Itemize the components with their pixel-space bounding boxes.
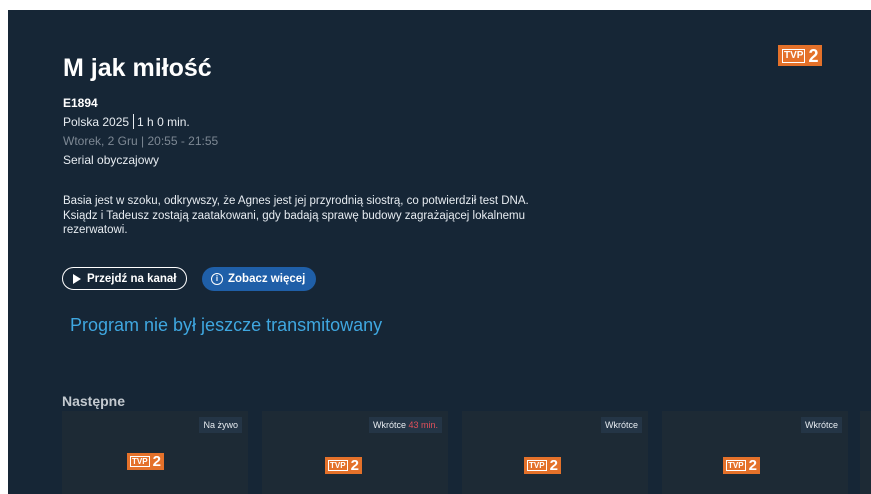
next-program-card[interactable]: Wkrótce TVP 2 — [462, 411, 648, 494]
go-to-channel-button[interactable]: Przejdź na kanał — [62, 267, 188, 290]
program-title: M jak miłość — [63, 54, 212, 82]
logo-number: 2 — [350, 457, 359, 474]
origin-year: Polska 2025 — [63, 115, 130, 129]
tvp2-logo: TVP 2 — [778, 45, 823, 66]
status-badge: Wkrótce — [600, 417, 642, 433]
logo-text: TVP — [130, 456, 150, 467]
tvp2-logo: TVP 2 — [524, 457, 561, 474]
see-more-button[interactable]: i Zobacz więcej — [202, 267, 317, 291]
status-badge: Wkrótce 43 min. — [368, 417, 442, 433]
next-program-card[interactable]: Na żywo TVP 2 — [62, 411, 248, 494]
badge-label: Wkrótce — [372, 420, 406, 430]
tvp2-logo: TVP 2 — [723, 457, 760, 474]
episode-number: E1894 — [63, 96, 98, 110]
info-icon: i — [211, 273, 223, 285]
see-more-label: Zobacz więcej — [228, 273, 306, 285]
next-program-card[interactable]: Wkrótce 43 min. TVP 2 — [262, 411, 448, 494]
logo-number: 2 — [748, 457, 757, 474]
program-meta: Polska 2025 1 h 0 min. — [63, 114, 190, 129]
badge-label: Wkrótce — [804, 420, 838, 430]
status-badge: Wkrótce — [800, 417, 842, 433]
logo-text: TVP — [527, 460, 547, 471]
tvp2-logo: TVP 2 — [325, 457, 362, 474]
logo-text: TVP — [782, 48, 806, 63]
program-details-screen: TVP 2 M jak miłość E1894 Polska 2025 1 h … — [8, 10, 871, 494]
status-badge: Na żywo — [199, 417, 242, 433]
not-aired-notice: Program nie był jeszcze transmitowany — [70, 315, 383, 335]
logo-text: TVP — [328, 460, 348, 471]
play-icon — [73, 273, 81, 284]
logo-number: 2 — [549, 457, 558, 474]
logo-text: TVP — [726, 460, 746, 471]
logo-number: 2 — [808, 45, 819, 66]
tvp2-logo: TVP 2 — [127, 453, 164, 470]
genre: Serial obyczajowy — [63, 153, 160, 167]
meta-divider — [133, 114, 135, 129]
badge-label: Na żywo — [203, 420, 238, 430]
duration: 1 h 0 min. — [137, 115, 190, 129]
go-to-channel-label: Przejdź na kanał — [87, 272, 177, 285]
next-program-card-partial[interactable] — [860, 411, 871, 494]
program-description: Basia jest w szoku, odkrywszy, że Agnes … — [63, 195, 529, 236]
next-program-card[interactable]: Wkrótce TVP 2 — [662, 411, 848, 494]
logo-number: 2 — [152, 453, 161, 470]
badge-time: 43 min. — [408, 420, 438, 430]
next-section-heading: Następne — [62, 393, 126, 409]
airtime: Wtorek, 2 Gru | 20:55 - 21:55 — [63, 134, 219, 148]
badge-label: Wkrótce — [604, 420, 638, 430]
